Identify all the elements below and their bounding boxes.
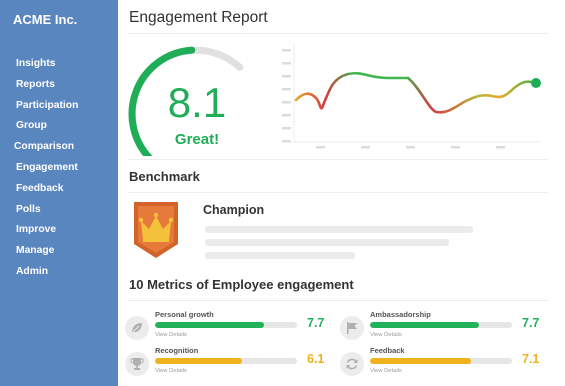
sidebar-item-polls[interactable]: Polls bbox=[0, 200, 118, 221]
sidebar-item-reports[interactable]: Reports bbox=[0, 75, 118, 96]
metric-bar-track bbox=[155, 322, 297, 328]
metric-score: 7.7 bbox=[307, 316, 325, 330]
metrics-title: 10 Metrics of Employee engagement bbox=[129, 277, 354, 292]
trend-current-point[interactable] bbox=[531, 78, 541, 88]
metric-bar-fill bbox=[155, 358, 242, 364]
main-content: Engagement Report 8.1 Great! Benchmark C… bbox=[118, 0, 565, 386]
page-title: Engagement Report bbox=[129, 9, 268, 26]
sidebar-item-participation[interactable]: Participation bbox=[0, 96, 118, 117]
view-details-link[interactable]: View Details bbox=[370, 368, 402, 374]
benchmark-name: Champion bbox=[203, 203, 265, 217]
metric-ambassadorship[interactable]: Ambassadorship View Details 7.7 bbox=[340, 310, 550, 344]
leaf-icon bbox=[125, 316, 149, 340]
metric-label: Ambassadorship bbox=[370, 310, 431, 319]
metric-bar-fill bbox=[370, 358, 471, 364]
divider bbox=[128, 300, 548, 301]
flag-icon bbox=[340, 316, 364, 340]
metric-score: 6.1 bbox=[307, 352, 325, 366]
metric-bar-track bbox=[370, 358, 512, 364]
metric-bar-fill bbox=[370, 322, 480, 328]
metric-label: Recognition bbox=[155, 346, 199, 355]
sidebar-item-comparison[interactable]: Comparison bbox=[0, 137, 118, 158]
view-details-link[interactable]: View Details bbox=[155, 332, 187, 338]
sidebar-item-admin[interactable]: Admin bbox=[0, 262, 118, 283]
y-axis-ticks bbox=[282, 49, 291, 143]
metric-score: 7.1 bbox=[522, 352, 540, 366]
sidebar-nav: Insights Reports Participation Group Com… bbox=[0, 54, 118, 283]
brand-name[interactable]: ACME Inc. bbox=[13, 12, 77, 27]
placeholder-line bbox=[205, 252, 355, 259]
metric-bar-track bbox=[370, 322, 512, 328]
sidebar-item-feedback[interactable]: Feedback bbox=[0, 179, 118, 200]
chart-axes bbox=[293, 44, 540, 143]
engagement-score: 8.1 bbox=[167, 79, 227, 126]
divider bbox=[128, 159, 548, 160]
divider bbox=[128, 33, 548, 34]
trend-line bbox=[294, 72, 538, 114]
score-rating: Great! bbox=[174, 131, 220, 148]
metric-personal-growth[interactable]: Personal growth View Details 7.7 bbox=[125, 310, 335, 344]
metric-label: Feedback bbox=[370, 346, 405, 355]
sidebar-item-group[interactable]: Group bbox=[0, 116, 118, 137]
crown-icon bbox=[134, 202, 178, 258]
sidebar-item-insights[interactable]: Insights bbox=[0, 54, 118, 75]
placeholder-line bbox=[205, 239, 449, 246]
metric-bar-fill bbox=[155, 322, 265, 328]
engagement-trend-chart bbox=[282, 44, 541, 149]
metric-bar-track bbox=[155, 358, 297, 364]
view-details-link[interactable]: View Details bbox=[155, 368, 187, 374]
x-axis-ticks bbox=[316, 146, 505, 149]
placeholder-line bbox=[205, 226, 473, 233]
metric-recognition[interactable]: Recognition View Details 6.1 bbox=[125, 346, 335, 380]
sidebar-item-engagement[interactable]: Engagement bbox=[0, 158, 118, 179]
view-details-link[interactable]: View Details bbox=[370, 332, 402, 338]
metric-score: 7.7 bbox=[522, 316, 540, 330]
benchmark-title: Benchmark bbox=[129, 169, 200, 184]
sidebar-item-improve[interactable]: Improve bbox=[0, 220, 118, 241]
divider bbox=[128, 192, 548, 193]
sidebar: ACME Inc. Insights Reports Participation… bbox=[0, 0, 118, 386]
metric-feedback[interactable]: Feedback View Details 7.1 bbox=[340, 346, 550, 380]
refresh-icon bbox=[340, 352, 364, 376]
metric-label: Personal growth bbox=[155, 310, 214, 319]
sidebar-item-manage[interactable]: Manage bbox=[0, 241, 118, 262]
trophy-icon bbox=[125, 352, 149, 376]
